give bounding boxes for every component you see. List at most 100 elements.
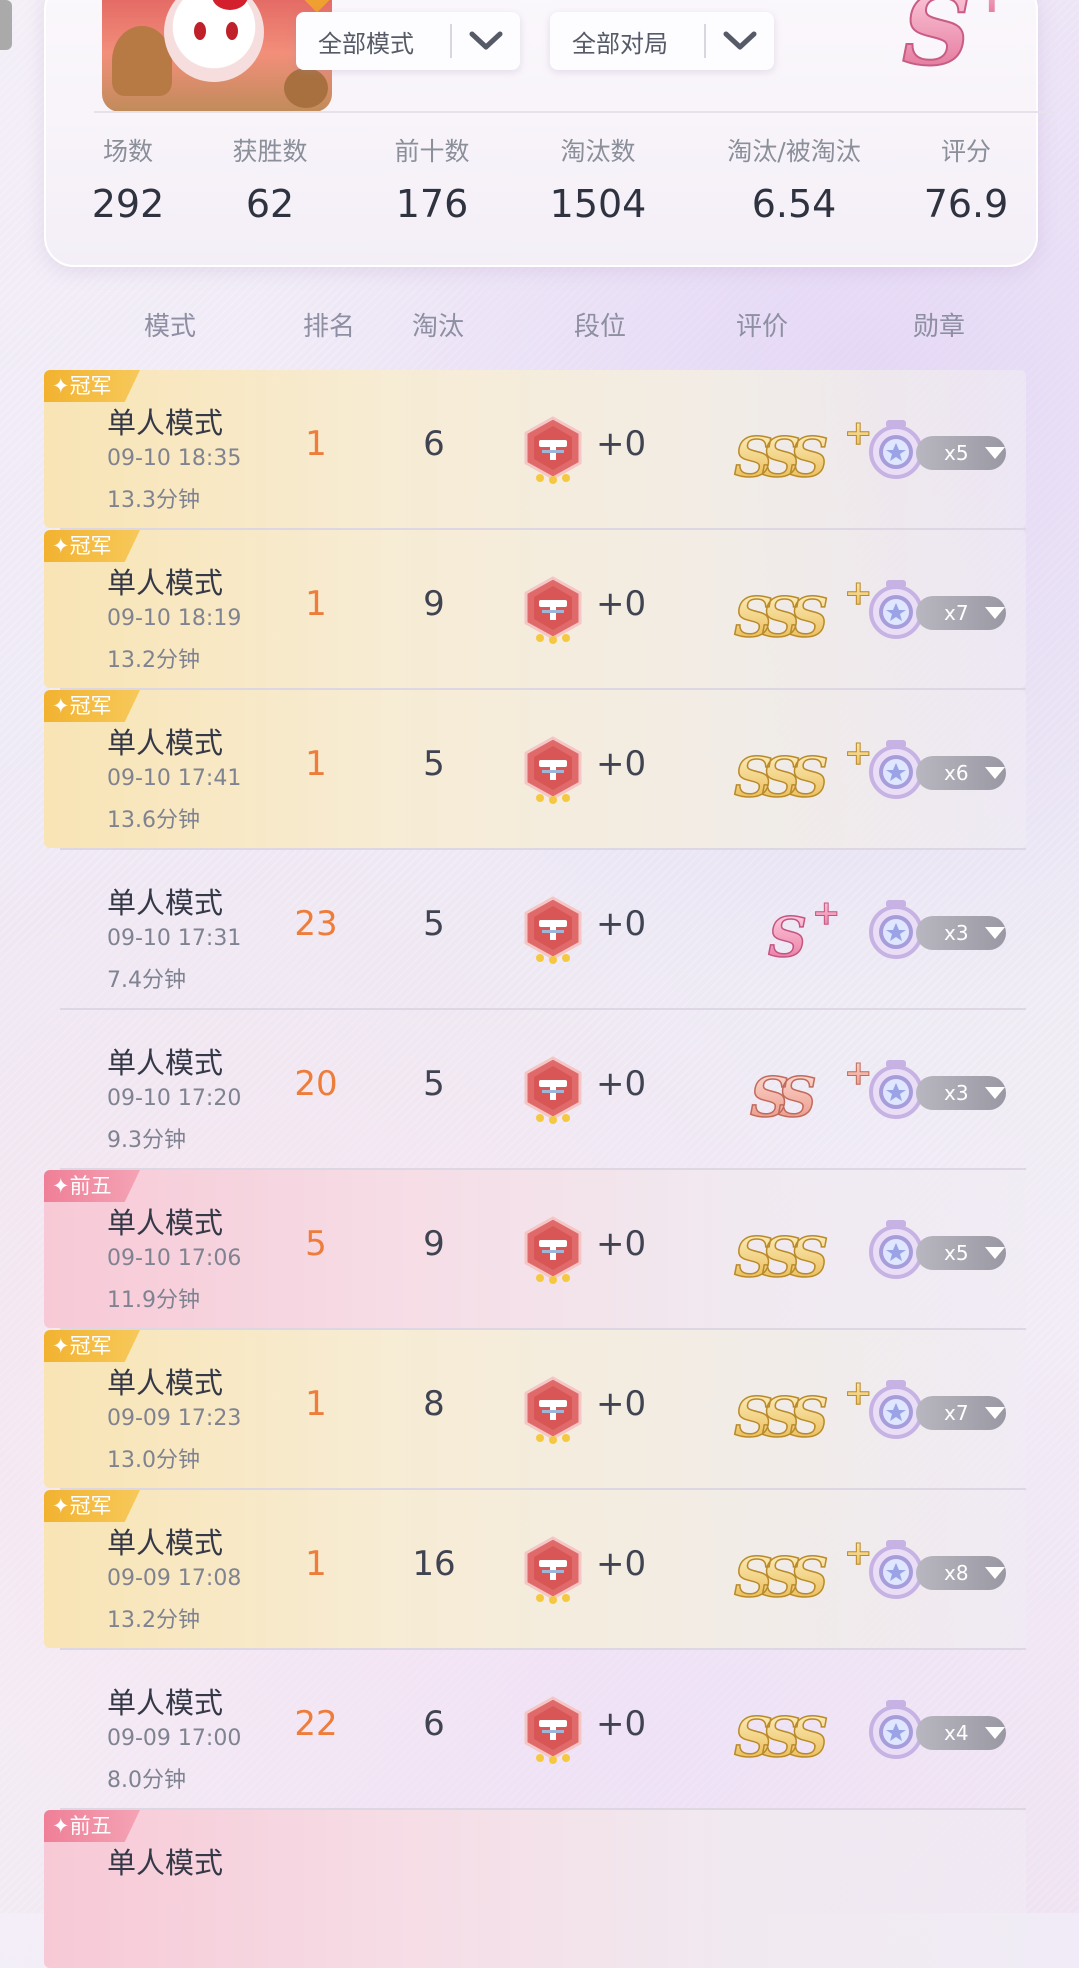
match-time: 09-10 17:31 xyxy=(107,926,242,951)
medal-count-toggle[interactable]: x8 xyxy=(916,1556,1006,1590)
caret-down-icon xyxy=(984,441,1006,465)
stat-kd-ratio: 淘汰/被淘汰 6.54 xyxy=(694,132,894,226)
medal-count: x3 xyxy=(944,921,969,945)
match-time: 09-10 17:41 xyxy=(107,766,242,791)
tier-delta: +0 xyxy=(596,1224,647,1264)
match-row[interactable]: 单人模式 09-10 17:31 7.4分钟 23 5 +0 S + x3 xyxy=(44,850,1026,1008)
tier-badge-icon xyxy=(522,1056,584,1124)
match-time: 09-09 17:23 xyxy=(107,1406,242,1431)
match-row[interactable]: 单人模式 09-09 17:00 8.0分钟 22 6 +0 SSS x4 xyxy=(44,1650,1026,1808)
match-time: 09-09 17:00 xyxy=(107,1726,242,1751)
medal-count: x7 xyxy=(944,601,969,625)
grade-letters: SSS xyxy=(734,1225,827,1288)
result-tag-label: 前五 xyxy=(69,1174,112,1198)
stat-top10: 前十数 176 xyxy=(362,132,502,226)
match-mode: 单人模式 xyxy=(107,1206,224,1240)
medal-count: x8 xyxy=(944,1561,969,1585)
avatar-eye xyxy=(194,22,206,40)
caret-down-icon xyxy=(984,1401,1006,1425)
column-header-tier: 段位 xyxy=(573,312,626,342)
match-row[interactable]: ✦冠军单人模式 09-10 17:41 13.6分钟 1 5 +0 SSS + xyxy=(44,690,1026,848)
match-eliminations: 6 xyxy=(423,424,445,464)
drag-handle[interactable] xyxy=(0,0,12,50)
match-time: 09-10 17:06 xyxy=(107,1246,242,1271)
medal-count: x5 xyxy=(944,441,969,465)
match-mode: 单人模式 xyxy=(107,1526,224,1560)
match-time: 09-10 18:19 xyxy=(107,606,242,631)
medal-count-toggle[interactable]: x5 xyxy=(916,1236,1006,1270)
result-tag: ✦冠军 xyxy=(44,370,140,402)
stats-divider xyxy=(94,111,1054,113)
medal-count: x4 xyxy=(944,1721,969,1745)
grade-letters: SS xyxy=(750,1065,815,1128)
stat-value: 292 xyxy=(91,182,165,226)
result-tag-label: 冠军 xyxy=(69,374,112,398)
match-row[interactable]: ✦冠军单人模式 09-10 18:19 13.2分钟 1 9 +0 SSS + xyxy=(44,530,1026,688)
match-eliminations: 6 xyxy=(423,1704,445,1744)
match-eliminations: 5 xyxy=(423,744,445,784)
overall-grade-badge: S + xyxy=(892,0,1032,88)
tier-badge-icon xyxy=(522,1536,584,1604)
match-rank: 5 xyxy=(305,1224,327,1264)
result-tag: ✦冠军 xyxy=(44,1490,140,1522)
match-time: 09-09 17:08 xyxy=(107,1566,242,1591)
match-filter-label: 全部对局 xyxy=(572,29,668,58)
match-time: 09-10 17:20 xyxy=(107,1086,242,1111)
match-eliminations: 5 xyxy=(423,1064,445,1104)
match-row[interactable]: ✦冠军单人模式 09-09 17:23 13.0分钟 1 8 +0 SSS + xyxy=(44,1330,1026,1488)
match-row[interactable]: ✦前五 单人模式 xyxy=(44,1810,1026,1968)
medal-count-toggle[interactable]: x7 xyxy=(916,1396,1006,1430)
medal-count-toggle[interactable]: x3 xyxy=(916,1076,1006,1110)
caret-down-icon xyxy=(984,601,1006,625)
medal-count-toggle[interactable]: x3 xyxy=(916,916,1006,950)
match-eliminations: 9 xyxy=(423,1224,445,1264)
match-duration: 8.0分钟 xyxy=(107,1768,186,1793)
stats-summary-card: 全部模式 全部对局 S + 场数 292 获胜数 62 前十数 xyxy=(44,0,1054,267)
column-header-mode: 模式 xyxy=(143,312,196,342)
match-eliminations: 8 xyxy=(423,1384,445,1424)
grade-rating: SS + xyxy=(704,1050,884,1130)
match-row[interactable]: ✦冠军 单人模式 09-09 17:08 13.2分钟 1 16 +0 SSS + xyxy=(44,1490,1026,1648)
match-row[interactable]: ✦前五 单人模式 09-10 17:06 11.9分钟 5 9 +0 SSS x… xyxy=(44,1170,1026,1328)
medal-count: x7 xyxy=(944,1401,969,1425)
match-rank: 1 xyxy=(305,424,327,464)
stat-label: 获胜数 xyxy=(232,137,308,166)
match-row[interactable]: 单人模式 09-10 17:20 9.3分钟 20 5 +0 SS + x3 xyxy=(44,1010,1026,1168)
stat-score: 评分 76.9 xyxy=(896,132,1036,226)
medal-count: x5 xyxy=(944,1241,969,1265)
tier-delta: +0 xyxy=(596,744,647,784)
medal-count-toggle[interactable]: x5 xyxy=(916,436,1006,470)
medal-count-toggle[interactable]: x4 xyxy=(916,1716,1006,1750)
medal-count-toggle[interactable]: x6 xyxy=(916,756,1006,790)
mode-filter-dropdown[interactable]: 全部模式 xyxy=(296,12,520,70)
tier-delta: +0 xyxy=(596,1704,647,1744)
stat-value: 76.9 xyxy=(923,182,1009,226)
medal-count: x6 xyxy=(944,761,969,785)
match-eliminations: 16 xyxy=(412,1544,456,1584)
result-tag: ✦冠军 xyxy=(44,530,140,562)
result-tag: ✦冠军 xyxy=(44,690,140,722)
column-header-rating: 评价 xyxy=(735,312,788,342)
stat-value: 1504 xyxy=(549,182,647,226)
chevron-down-icon xyxy=(706,12,774,70)
match-eliminations: 5 xyxy=(423,904,445,944)
avatar-squirrel xyxy=(284,68,328,108)
tier-delta: +0 xyxy=(596,584,647,624)
match-mode: 单人模式 xyxy=(107,1366,224,1400)
result-tag: ✦前五 xyxy=(44,1810,140,1842)
avatar-face xyxy=(164,0,264,82)
stat-wins: 获胜数 62 xyxy=(200,132,340,226)
tier-delta: +0 xyxy=(596,1064,647,1104)
grade-rating: SSS xyxy=(704,1210,884,1290)
match-duration: 11.9分钟 xyxy=(107,1288,200,1313)
result-tag: ✦前五 xyxy=(44,1170,140,1202)
tier-delta: +0 xyxy=(596,1544,647,1584)
match-rank: 1 xyxy=(305,584,327,624)
match-row[interactable]: ✦冠军单人模式 09-10 18:35 13.3分钟 1 6 +0 SSS + xyxy=(44,370,1026,528)
match-filter-dropdown[interactable]: 全部对局 xyxy=(550,12,774,70)
grade-rating: SSS + xyxy=(704,570,884,650)
tier-delta: +0 xyxy=(596,1384,647,1424)
medal-count-toggle[interactable]: x7 xyxy=(916,596,1006,630)
tier-badge-icon xyxy=(522,896,584,964)
grade-letters: SSS xyxy=(734,1545,827,1608)
